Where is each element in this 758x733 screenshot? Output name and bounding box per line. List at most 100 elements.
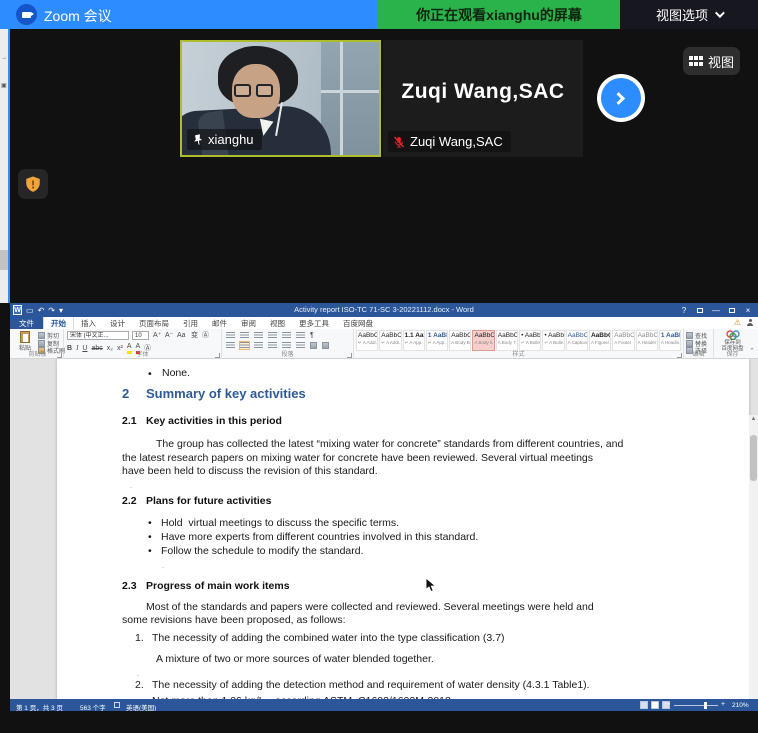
tab-review[interactable]: 审阅: [234, 317, 263, 329]
video-tile-xianghu[interactable]: xianghu: [180, 40, 381, 157]
warning-icon[interactable]: ⚠: [734, 319, 741, 327]
style-chip[interactable]: 1.1 AaBl↵ A App...: [403, 330, 425, 351]
collapse-ribbon-button[interactable]: ⌃: [748, 348, 756, 356]
scrollbar-thumb[interactable]: [750, 435, 757, 481]
bullets-icon[interactable]: [226, 332, 235, 339]
tab-references[interactable]: 引用: [176, 317, 205, 329]
style-chip[interactable]: AaBbCcD↵ A Addr...: [379, 330, 401, 351]
word-count[interactable]: 563 个字: [80, 702, 106, 712]
tab-design[interactable]: 设计: [103, 317, 132, 329]
restore-button[interactable]: [724, 303, 740, 317]
vertical-scrollbar[interactable]: ▲: [749, 415, 758, 699]
style-preview: 1 AaBb: [660, 331, 680, 340]
window-frame-line: [321, 90, 379, 93]
numbering-icon[interactable]: [240, 332, 249, 339]
align-right-icon[interactable]: [254, 342, 263, 349]
borders-icon[interactable]: [322, 342, 329, 349]
font-family-combobox[interactable]: 宋体 (中文正...: [67, 331, 129, 340]
list-item: The necessity of adding the detection me…: [152, 679, 590, 691]
edge-tab[interactable]: [0, 250, 8, 270]
decrease-indent-icon[interactable]: [268, 332, 277, 339]
tab-file[interactable]: 文件: [10, 317, 43, 329]
tab-view[interactable]: 视图: [263, 317, 292, 329]
pilcrow-icon[interactable]: ¶: [310, 331, 314, 340]
style-label: A Header: [637, 340, 657, 345]
change-case-button[interactable]: Aa: [177, 331, 186, 340]
justify-icon[interactable]: [268, 342, 277, 349]
minimize-button[interactable]: —: [708, 303, 724, 317]
zoom-percentage[interactable]: 210%: [732, 702, 749, 709]
multilevel-list-icon[interactable]: [254, 332, 263, 339]
style-chip[interactable]: AaBbCcDA Figure/...: [589, 330, 611, 351]
close-button[interactable]: ×: [740, 303, 756, 317]
app-title: Zoom 会议: [44, 6, 112, 26]
style-chip[interactable]: AaBbCcDcA Caption: [566, 330, 588, 351]
tab-home[interactable]: 开始: [43, 317, 74, 329]
paste-button[interactable]: 粘贴: [16, 331, 34, 351]
read-mode-button[interactable]: [640, 701, 648, 709]
language-indicator[interactable]: 英语(美国): [126, 702, 156, 712]
style-label: ↵ A Addr...: [357, 340, 377, 346]
mouse-cursor: [425, 577, 437, 593]
page-indicator[interactable]: 第 1 页，共 3 页: [16, 702, 63, 712]
security-alert-button[interactable]: [18, 169, 48, 199]
clipboard-dialog-launcher[interactable]: [57, 353, 62, 358]
tab-insert[interactable]: 插入: [74, 317, 103, 329]
paragraph-line: have been held to discuss the revision o…: [122, 465, 378, 477]
print-layout-button[interactable]: [651, 701, 659, 709]
line-spacing-icon[interactable]: [296, 342, 305, 349]
style-chip[interactable]: 1 AaBb↵ A App...: [426, 330, 448, 351]
zoom-out-button[interactable]: -: [668, 701, 670, 708]
ribbon-home: 粘贴 剪切 复制 格式刷 剪贴板 宋体 (中文正... 10 A⁺ A⁻ Aa …: [10, 329, 758, 359]
style-chip[interactable]: • AaBbCc↵ A Bullet...: [519, 330, 541, 351]
view-options-button[interactable]: 视图选项: [620, 0, 758, 29]
next-participants-button[interactable]: [601, 78, 641, 118]
ribbon-options-button[interactable]: [692, 303, 708, 317]
tab-more-tools[interactable]: 更多工具: [292, 317, 336, 329]
zoom-slider-track[interactable]: [674, 705, 718, 707]
shading-icon[interactable]: [310, 342, 317, 349]
style-chip-selected[interactable]: AaBbCcDA Body k...: [472, 330, 494, 351]
tab-baidu-netdisk[interactable]: 百度网盘: [336, 317, 380, 329]
account-icon[interactable]: [746, 319, 754, 327]
styles-dialog-launcher[interactable]: [677, 353, 682, 358]
zoom-titlebar: Zoom 会议 你正在观看xianghu的屏幕 视图选项: [0, 0, 758, 29]
sort-icon[interactable]: [296, 332, 305, 339]
distribute-icon[interactable]: [282, 342, 291, 349]
zoom-in-button[interactable]: +: [721, 701, 725, 708]
tab-layout[interactable]: 页面布局: [132, 317, 176, 329]
shrink-font-button[interactable]: A⁻: [165, 331, 173, 340]
baidu-netdisk-icon: [725, 330, 741, 340]
style-preview: 1.1 AaBl: [404, 331, 424, 340]
tab-mailings[interactable]: 邮件: [205, 317, 234, 329]
zoom-slider-thumb[interactable]: [704, 702, 707, 709]
zoom-logo-icon: [16, 4, 37, 25]
grow-font-button[interactable]: A⁺: [153, 331, 161, 340]
style-chip[interactable]: AaBbCcD↵ A Addr...: [356, 330, 378, 351]
align-center-icon[interactable]: [240, 342, 249, 349]
paragraph-dialog-launcher[interactable]: [347, 353, 352, 358]
view-layout-button[interactable]: 视图: [683, 47, 740, 75]
chevron-right-icon: [612, 92, 625, 105]
proofing-icon[interactable]: [114, 702, 120, 709]
heading2-number: 2: [122, 386, 129, 401]
style-chip[interactable]: AaBbCcDdA Footer: [612, 330, 634, 351]
style-chip[interactable]: AaBbCcDdA Header: [636, 330, 658, 351]
align-left-icon[interactable]: [226, 342, 235, 349]
style-chip[interactable]: • AaBbCc↵ A Bulle...: [542, 330, 564, 351]
style-chip[interactable]: AaBbCcDiA Body T...: [496, 330, 518, 351]
style-chip[interactable]: AaBbCcDiA Body B...: [449, 330, 471, 351]
list-number: 2.: [135, 679, 144, 691]
phonetic-guide-button[interactable]: 变: [191, 331, 198, 340]
character-border-button[interactable]: Ⓐ: [202, 331, 209, 340]
help-button[interactable]: ?: [676, 303, 692, 317]
video-tile-zuqi[interactable]: Zuqi Wang,SAC Zuqi Wang,SAC: [383, 40, 583, 157]
view-options-label: 视图选项: [656, 5, 708, 24]
font-dialog-launcher[interactable]: [215, 353, 220, 358]
style-label: ↵ A Addr...: [380, 340, 400, 346]
list-subitem: A mixture of two or more sources of wate…: [156, 653, 434, 665]
scroll-up-arrow[interactable]: ▲: [749, 415, 758, 424]
style-chip[interactable]: 1 AaBbA Headin...: [659, 330, 681, 351]
font-size-combobox[interactable]: 10: [132, 331, 149, 340]
increase-indent-icon[interactable]: [282, 332, 291, 339]
